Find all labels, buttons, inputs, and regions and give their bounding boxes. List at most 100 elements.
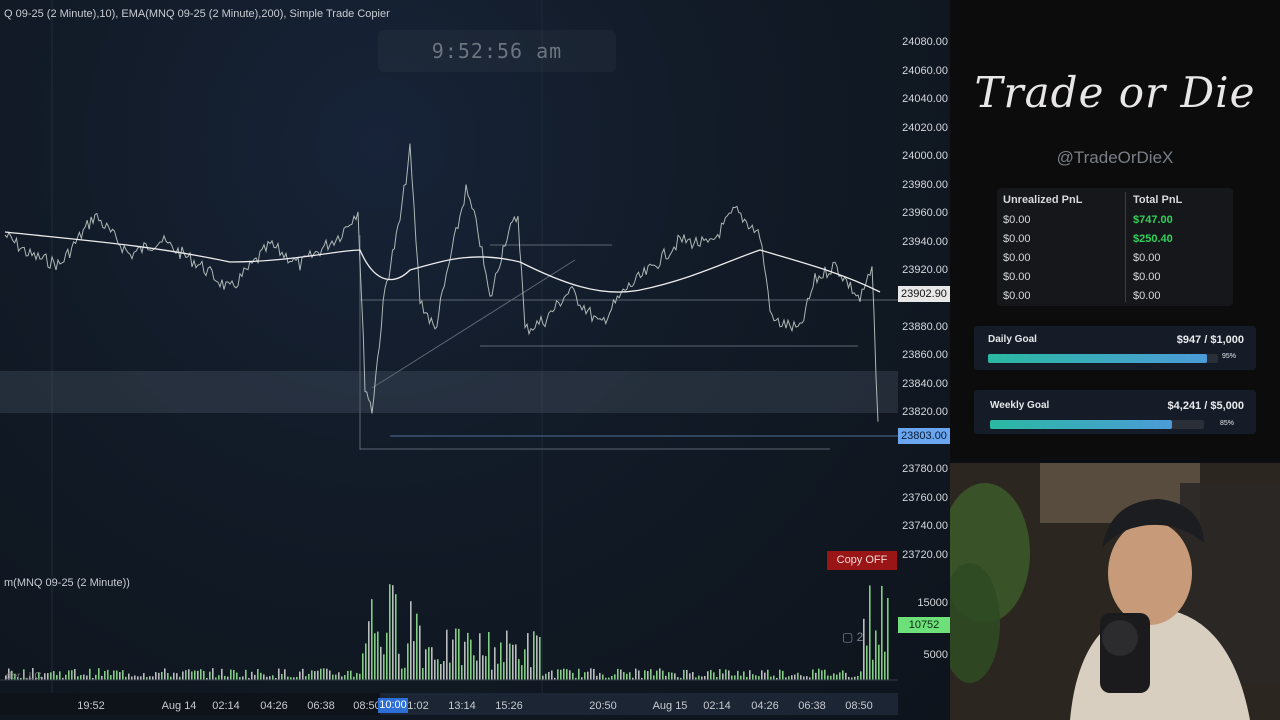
volume-bar xyxy=(323,668,325,680)
volume-bar xyxy=(644,670,646,680)
time-label: 08:50 xyxy=(353,700,381,712)
volume-bar xyxy=(770,676,772,680)
volume-bar xyxy=(569,670,571,680)
volume-bar xyxy=(209,671,211,680)
volume-bar xyxy=(665,675,667,680)
time-label: 06:38 xyxy=(798,700,826,712)
screen: Q 09-25 (2 Minute),10), EMA(MNQ 09-25 (2… xyxy=(0,0,1280,720)
price-tick: 23820.00 xyxy=(902,406,948,418)
volume-bar xyxy=(761,670,763,680)
goal-percent: 95% xyxy=(1222,353,1237,360)
volume-indicator-label: m(MNQ 09-25 (2 Minute)) xyxy=(4,577,130,589)
marker-price-tag: 23803.00 xyxy=(898,428,950,444)
volume-bar xyxy=(137,676,139,680)
volume-bar xyxy=(251,671,253,680)
volume-bar xyxy=(242,676,244,680)
volume-bar xyxy=(470,639,472,680)
price-zone xyxy=(0,371,898,413)
price-tick: 24020.00 xyxy=(902,122,948,134)
volume-bar xyxy=(773,675,775,680)
price-tick: 24080.00 xyxy=(902,36,948,48)
volume-bar xyxy=(368,621,370,680)
price-axis[interactable]: 24080.00 24060.00 24040.00 24020.00 2400… xyxy=(898,0,950,720)
volume-bar xyxy=(818,668,820,680)
volume-bar xyxy=(113,670,115,680)
volume-bar xyxy=(77,676,79,680)
weekly-goal-card: Weekly Goal $4,241 / $5,000 85% xyxy=(974,390,1256,434)
volume-bar xyxy=(203,670,205,680)
volume-bar xyxy=(527,633,529,680)
volume-bar xyxy=(782,670,784,680)
volume-bar xyxy=(887,598,889,680)
volume-bar xyxy=(443,661,445,680)
pnl-total-cell: $0.00 xyxy=(1133,252,1161,264)
volume-bar xyxy=(200,669,202,680)
volume-bar xyxy=(872,659,874,680)
volume-bar xyxy=(335,674,337,680)
volume-bar xyxy=(446,629,448,680)
volume-bar xyxy=(656,670,658,680)
volume-bar xyxy=(827,675,829,680)
volume-bar xyxy=(245,669,247,680)
volume-bar xyxy=(638,670,640,680)
volume-bar xyxy=(671,672,673,680)
volume-bar xyxy=(674,673,676,680)
volume-bar xyxy=(512,644,514,680)
volume-bar xyxy=(437,659,439,680)
volume-bar xyxy=(440,664,442,680)
volume-bar xyxy=(365,643,367,680)
volume-bar xyxy=(167,672,169,680)
volume-bar xyxy=(635,668,637,680)
volume-bar xyxy=(404,667,406,680)
volume-bar xyxy=(449,662,451,680)
price-tick: 23760.00 xyxy=(902,492,948,504)
volume-bar xyxy=(800,675,802,680)
volume-bar xyxy=(44,673,46,680)
volume-bar xyxy=(272,675,274,680)
volume-bar xyxy=(533,631,535,680)
volume-bar xyxy=(80,675,82,680)
volume-bar xyxy=(359,673,361,680)
volume-bar xyxy=(152,676,154,680)
volume-bar xyxy=(530,667,532,680)
volume-bar xyxy=(164,668,166,680)
volume-bar xyxy=(302,668,304,680)
price-tick: 24040.00 xyxy=(902,93,948,105)
volume-bar xyxy=(866,645,868,680)
goal-progress-track xyxy=(988,354,1218,363)
volume-bar xyxy=(305,676,307,680)
volume-bar xyxy=(314,671,316,680)
volume-bar xyxy=(704,675,706,680)
copy-off-button[interactable]: Copy OFF xyxy=(827,551,897,570)
volume-bar xyxy=(56,674,58,680)
volume-bar xyxy=(611,675,613,680)
pnl-unrealized-cell: $0.00 xyxy=(1003,271,1031,283)
goal-progress-fill xyxy=(988,354,1207,363)
bottom-left-text: der LLC xyxy=(6,671,42,682)
volume-tick: 15000 xyxy=(917,597,948,609)
price-chart[interactable]: Q 09-25 (2 Minute),10), EMA(MNQ 09-25 (2… xyxy=(0,0,950,720)
time-label: 06:38 xyxy=(307,700,335,712)
volume-bar xyxy=(617,668,619,680)
volume-bar xyxy=(725,669,727,680)
volume-bar xyxy=(413,641,415,680)
counter-icon: ▢ xyxy=(842,630,857,644)
goal-progress-track xyxy=(990,420,1204,429)
volume-bar xyxy=(458,628,460,680)
volume-bar xyxy=(455,628,457,680)
volume-bar xyxy=(425,649,427,680)
volume-bar xyxy=(479,633,481,680)
volume-bar xyxy=(476,660,478,680)
volume-bar xyxy=(728,670,730,680)
volume-bar xyxy=(566,669,568,680)
goal-amount: $947 / $1,000 xyxy=(1176,334,1244,346)
indicator-label: Q 09-25 (2 Minute),10), EMA(MNQ 09-25 (2… xyxy=(4,8,390,20)
volume-bar xyxy=(287,676,289,680)
chart-canvas[interactable] xyxy=(0,0,898,693)
volume-tick: 5000 xyxy=(923,649,948,661)
ema-line xyxy=(4,231,881,293)
volume-bar xyxy=(497,663,499,680)
volume-bar xyxy=(734,675,736,680)
volume-bar xyxy=(392,585,394,680)
volume-bar xyxy=(626,673,628,680)
